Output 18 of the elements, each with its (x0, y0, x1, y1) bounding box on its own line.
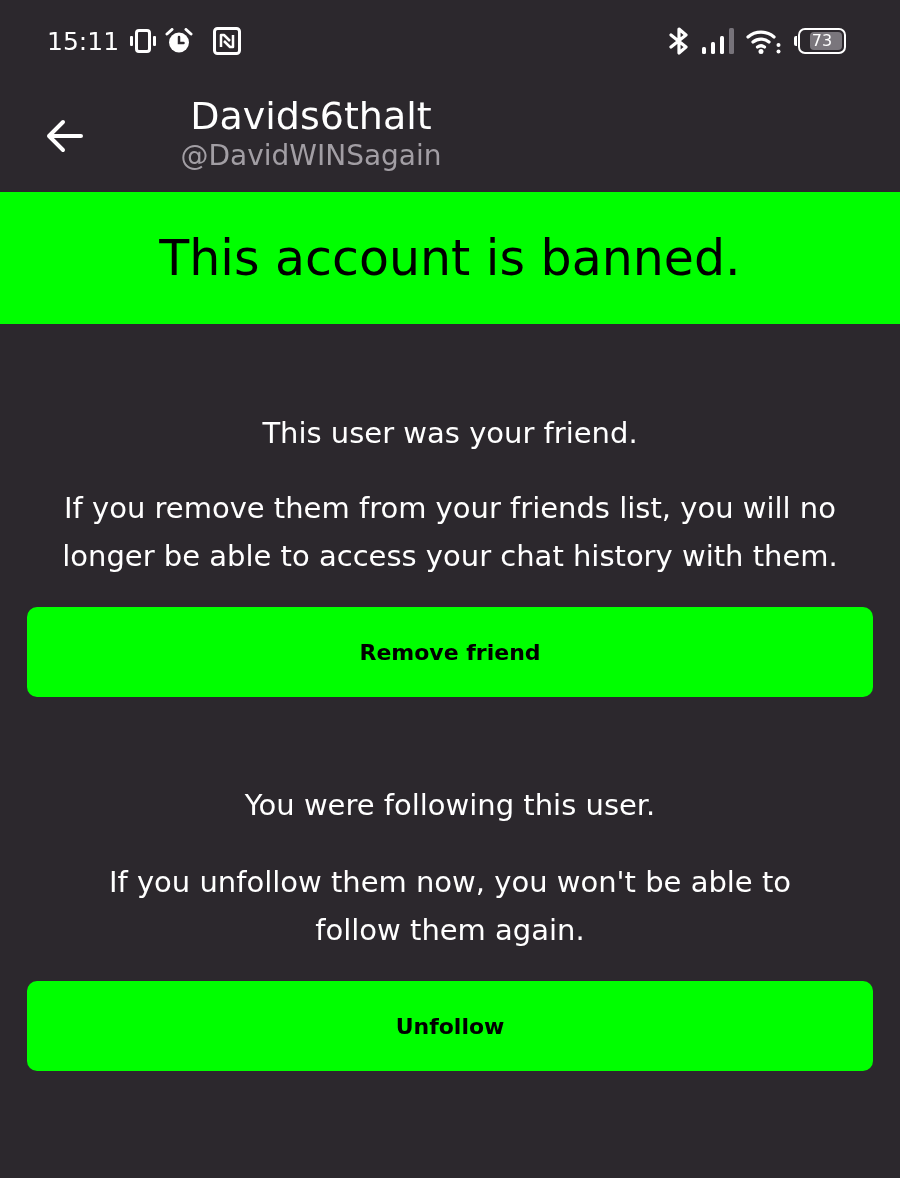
banned-message: This account is banned. (159, 233, 741, 283)
alarm-clock-icon (165, 28, 194, 54)
profile-display-name: Davids6thalt (190, 93, 432, 139)
bluetooth-icon (668, 27, 690, 55)
nfc-icon (213, 27, 242, 55)
remove-friend-button[interactable]: Remove friend (27, 607, 873, 697)
profile-username: @DavidWINSagain (180, 139, 442, 173)
section-description: If you remove them from your friends list, you will no longer be able to access your chat history with them. (61, 490, 839, 575)
section-description: If you unfollow them now, you won't be able to follow them again. (107, 864, 793, 949)
section-heading: You were following this user. (243, 787, 657, 824)
signal-icon (702, 28, 734, 54)
battery-percentage: 73 (811, 33, 833, 49)
vibrate-icon (129, 28, 158, 54)
status-time: 15:11 (47, 28, 120, 54)
back-button[interactable] (45, 119, 83, 153)
section-heading: This user was your friend. (261, 415, 639, 452)
wifi-icon (746, 28, 782, 54)
unfollow-button[interactable]: Unfollow (27, 981, 873, 1071)
